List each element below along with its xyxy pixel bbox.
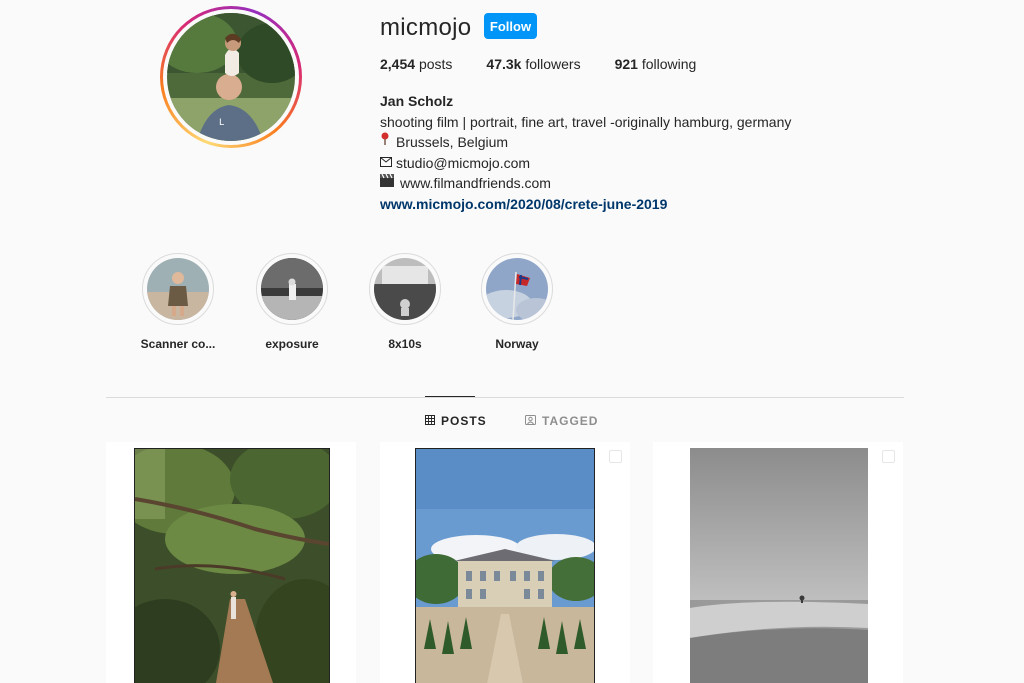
tab-posts-label: POSTS — [441, 414, 487, 428]
clapperboard-icon — [380, 173, 400, 194]
profile-avatar-ring[interactable]: L — [160, 6, 302, 148]
highlight-thumbnail — [486, 258, 548, 320]
bio-email: studio@micmojo.com — [396, 154, 531, 171]
highlight-label: exposure — [265, 337, 319, 351]
posts-count: 2,454 — [380, 56, 416, 72]
post-tile[interactable] — [380, 442, 630, 683]
bio-website-text: www.filmandfriends.com — [400, 175, 551, 191]
bio-description: shooting film | portrait, fine art, trav… — [380, 113, 792, 130]
following-stat[interactable]: 921 following — [615, 56, 697, 72]
post-image-forest-path — [134, 448, 330, 683]
posts-stat: 2,454 posts — [380, 56, 452, 72]
mail-icon — [380, 153, 396, 174]
highlight-label: 8x10s — [388, 337, 422, 351]
highlight-scanner[interactable]: Scanner co... — [123, 253, 233, 351]
tab-tagged[interactable]: TAGGED — [525, 414, 598, 428]
profile-bio: Jan Scholz shooting film | portrait, fin… — [380, 91, 791, 214]
follow-button[interactable]: Follow — [484, 13, 537, 39]
highlight-label: Norway — [495, 337, 539, 351]
pin-icon — [380, 132, 396, 153]
followers-stat[interactable]: 47.3k followers — [486, 56, 580, 72]
highlight-label: Scanner co... — [140, 337, 216, 351]
highlight-8x10s[interactable]: 8x10s — [350, 253, 460, 351]
grid-icon — [425, 414, 435, 428]
tag-person-icon — [525, 414, 536, 428]
following-count: 921 — [614, 56, 638, 72]
highlight-thumbnail — [147, 258, 209, 320]
profile-full-name: Jan Scholz — [380, 93, 454, 109]
tabs-divider — [106, 397, 904, 398]
following-label: following — [641, 56, 697, 72]
multi-photo-icon — [609, 450, 622, 463]
multi-photo-icon — [882, 450, 895, 463]
post-image-beach — [690, 448, 868, 683]
highlight-thumbnail — [374, 258, 436, 320]
post-tile[interactable] — [653, 442, 903, 683]
highlight-norway[interactable]: Norway — [462, 253, 572, 351]
bio-external-link[interactable]: www.micmojo.com/2020/08/crete-june-2019 — [380, 194, 791, 215]
profile-username: micmojo — [380, 14, 472, 41]
svg-text:L: L — [219, 118, 224, 128]
active-tab-indicator — [425, 396, 475, 397]
post-tile[interactable] — [106, 442, 356, 683]
posts-label: posts — [418, 56, 453, 72]
highlight-thumbnail — [261, 258, 323, 320]
tab-posts[interactable]: POSTS — [425, 414, 487, 428]
followers-label: followers — [525, 56, 581, 72]
avatar: L — [167, 13, 295, 141]
highlight-exposure[interactable]: exposure — [237, 253, 347, 351]
tab-tagged-label: TAGGED — [542, 414, 599, 428]
post-image-chateau — [415, 448, 595, 683]
followers-count: 47.3k — [486, 56, 522, 72]
profile-stats: 2,454 posts 47.3k followers 921 followin… — [380, 56, 696, 72]
bio-location: Brussels, Belgium — [396, 134, 509, 150]
